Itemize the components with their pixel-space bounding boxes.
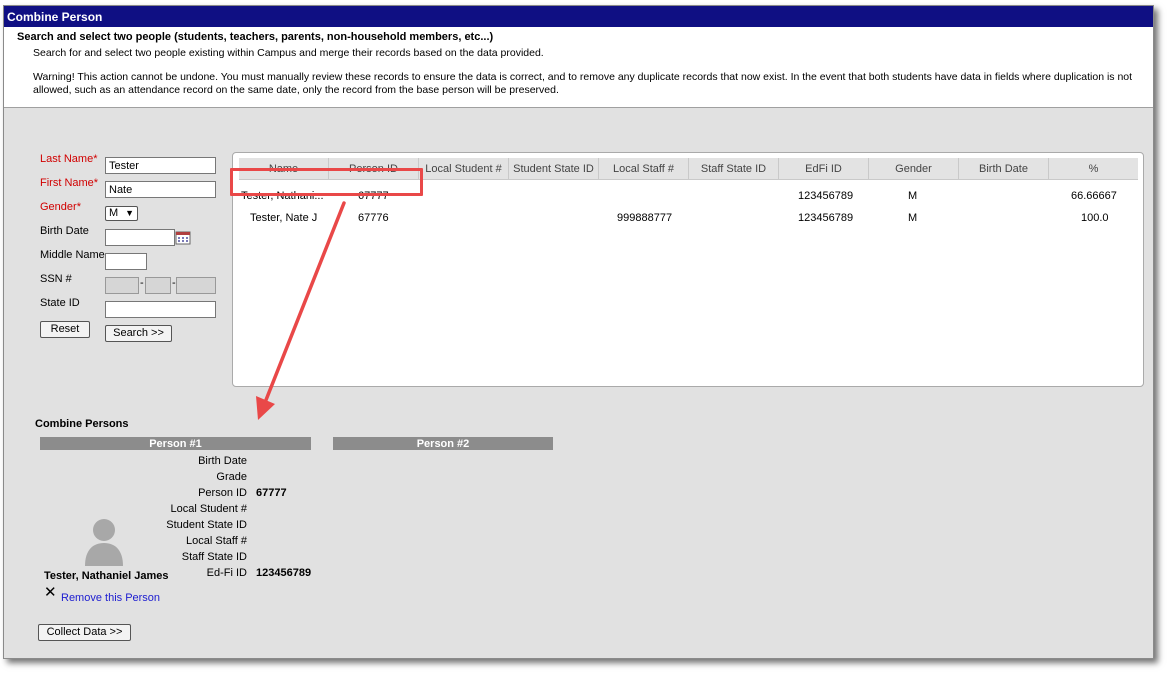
gender-selected: M: [109, 207, 119, 219]
state-id-field[interactable]: [105, 301, 216, 318]
field-label-local-staff: Local Staff #: [186, 535, 247, 547]
column-header-gender[interactable]: Gender: [869, 158, 959, 179]
last-name-field[interactable]: [105, 157, 216, 174]
column-header-staff-state-id[interactable]: Staff State ID: [689, 158, 779, 179]
column-header-birth-date[interactable]: Birth Date: [959, 158, 1049, 179]
chevron-down-icon: ▼: [125, 208, 134, 218]
gender-select[interactable]: M ▼: [105, 206, 138, 221]
row-name[interactable]: Tester, Nate J: [250, 212, 317, 224]
close-icon[interactable]: ✕: [44, 585, 57, 600]
gender-label: Gender*: [40, 201, 81, 213]
row-edfi-id: 123456789: [798, 212, 854, 224]
field-label-person-id: Person ID: [198, 487, 247, 499]
row-local-staff: 999888777: [617, 212, 673, 224]
person-1-header: Person #1: [40, 437, 311, 450]
calendar-icon[interactable]: [175, 230, 191, 245]
column-header-edfi-id[interactable]: EdFi ID: [779, 158, 869, 179]
person-name: Tester, Nathaniel James: [44, 570, 169, 582]
field-label-grade: Grade: [216, 471, 247, 483]
field-value-person-id: 67777: [256, 487, 287, 499]
ssn-part2-field[interactable]: [145, 277, 171, 294]
middle-name-field[interactable]: [105, 253, 147, 270]
middle-name-label: Middle Name: [40, 249, 105, 261]
ssn-part1-field[interactable]: [105, 277, 139, 294]
first-name-field[interactable]: [105, 181, 216, 198]
combine-person-window: Combine Person Search and select two peo…: [3, 5, 1154, 659]
row-percent: 100.0: [1081, 212, 1109, 224]
row-person-id: 67776: [358, 212, 389, 224]
column-header-local-staff[interactable]: Local Staff #: [599, 158, 689, 179]
field-label-student-state-id: Student State ID: [166, 519, 247, 531]
column-header-percent[interactable]: %: [1049, 158, 1138, 179]
warning-text: Warning! This action cannot be undone. Y…: [33, 71, 1133, 96]
reset-button[interactable]: Reset: [40, 321, 90, 338]
field-value-edfi-id: 123456789: [256, 567, 312, 579]
person-2-header: Person #2: [333, 437, 553, 450]
row-gender: M: [908, 212, 918, 224]
column-header-student-state-id[interactable]: Student State ID: [509, 158, 599, 179]
first-name-label: First Name*: [40, 177, 99, 189]
search-button[interactable]: Search >>: [105, 325, 172, 342]
collect-data-button[interactable]: Collect Data >>: [38, 624, 131, 641]
avatar-icon: [85, 519, 123, 566]
ssn-label: SSN #: [40, 273, 72, 285]
birth-date-field[interactable]: [105, 229, 175, 246]
remove-person-link[interactable]: Remove this Person: [61, 592, 160, 604]
row-percent: 66.66667: [1071, 190, 1117, 202]
field-label-local-student: Local Student #: [170, 503, 247, 515]
ssn-part3-field[interactable]: [176, 277, 216, 294]
instructions-description: Search for and select two people existin…: [33, 47, 544, 59]
window-title: Combine Person: [4, 6, 1153, 27]
row-gender: M: [908, 190, 918, 202]
field-label-birth-date: Birth Date: [198, 455, 247, 467]
combine-persons-title: Combine Persons: [35, 418, 129, 430]
field-label-staff-state-id: Staff State ID: [181, 551, 247, 563]
instructions-title: Search and select two people (students, …: [17, 31, 494, 43]
ssn-separator: -: [140, 277, 144, 289]
column-header-local-student[interactable]: Local Student #: [419, 158, 509, 179]
birth-date-label: Birth Date: [40, 225, 89, 237]
highlight-box: [230, 168, 423, 196]
row-edfi-id: 123456789: [798, 190, 854, 202]
state-id-label: State ID: [40, 297, 80, 309]
instructions-panel: Search and select two people (students, …: [4, 27, 1153, 108]
last-name-label: Last Name*: [40, 153, 98, 165]
